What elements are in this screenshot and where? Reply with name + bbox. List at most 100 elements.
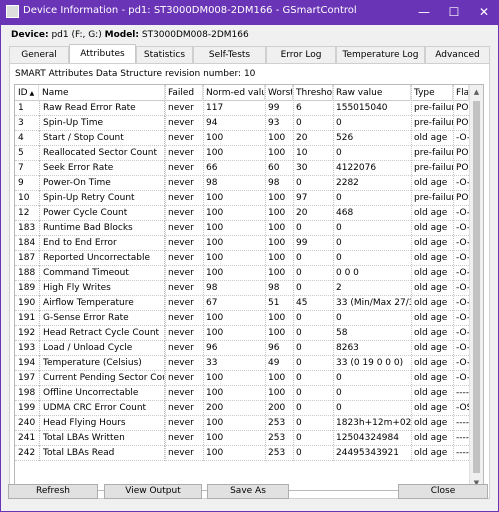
cell-type: old age <box>414 298 448 308</box>
column-separator <box>293 85 294 461</box>
column-header-flags[interactable]: Flags <box>453 85 469 101</box>
column-header-failed[interactable]: Failed <box>165 85 203 101</box>
close-button[interactable]: Close <box>398 484 488 499</box>
cell-normed-value: 100 <box>206 148 224 158</box>
cell-raw-value: 4122076 <box>336 163 377 173</box>
tab-advanced[interactable]: Advanced <box>425 46 490 63</box>
table-row[interactable]: 191 G-Sense Error Rate never 100 100 0 0 old ag… <box>15 311 473 326</box>
table-row[interactable]: 242 Total LBAs Read never 100 253 0 2449534392… <box>15 446 473 461</box>
column-header-type[interactable]: Type <box>411 85 453 101</box>
column-header-threshold[interactable]: Threshold <box>293 85 333 101</box>
table-row[interactable]: 240 Head Flying Hours never 100 253 0 1823h+12… <box>15 416 473 431</box>
table-row[interactable]: 241 Total LBAs Written never 100 253 0 1250432… <box>15 431 473 446</box>
table-row[interactable]: 4 Start / Stop Count never 100 100 20 526 old a… <box>15 131 473 146</box>
cell-raw-value: 12504324984 <box>336 433 399 443</box>
cell-failed: never <box>168 148 194 158</box>
column-header-worst[interactable]: Worst <box>265 85 293 101</box>
table-row[interactable]: 9Power-On Timenever989802282old age-O--C… <box>15 176 473 191</box>
table-row[interactable]: 183 Runtime Bad Blocks never 100 100 0 0 old ag… <box>15 221 473 236</box>
column-header-normed-value[interactable]: Norm-ed value <box>203 85 265 101</box>
vertical-scrollbar[interactable]: ▲ ▼ <box>469 85 483 490</box>
cell-type: old age <box>414 223 448 233</box>
column-header-raw-value[interactable]: Raw value <box>333 85 411 101</box>
cell-normed-value: 98 <box>206 178 218 188</box>
column-header-id[interactable]: ID ▲ <box>15 85 39 101</box>
cell-name: Start / Stop Count <box>39 131 165 146</box>
cell-raw-value: 33 (Min/Max 27/34) <box>336 298 411 308</box>
cell-raw-value: 2282 <box>336 178 359 188</box>
table-row[interactable]: 5 Reallocated Sector Count never 100 100 10 0 p… <box>15 146 473 161</box>
revision-text: SMART Attributes Data Structure revision… <box>15 69 256 79</box>
table-row[interactable]: 7 Seek Error Rate never 66 60 30 4122076 pre-fa… <box>15 161 473 176</box>
column-separator <box>203 85 204 461</box>
cell-normed-value: 100 <box>206 208 224 218</box>
table-row[interactable]: 192 Head Retract Cycle Count never 100 100 0 5… <box>15 326 473 341</box>
cell-worst: 100 <box>268 208 286 218</box>
cell-id: 194 <box>18 358 36 368</box>
table-row[interactable]: 187 Reported Uncorrectable never 100 100 0 0 ol… <box>15 251 473 266</box>
scroll-up-icon[interactable]: ▲ <box>470 85 483 99</box>
close-window-button[interactable]: ✕ <box>469 0 499 24</box>
cell-threshold: 10 <box>296 148 308 158</box>
cell-raw-value: 2 <box>336 283 342 293</box>
cell-name: Runtime Bad Blocks <box>39 221 165 236</box>
table-row[interactable]: 12 Power Cycle Count never 100 100 20 468 old a… <box>15 206 473 221</box>
tab-temperature-log[interactable]: Temperature Log <box>336 46 425 63</box>
table-row[interactable]: 3Spin-Up Timenever949300pre-failurePO---… <box>15 116 473 131</box>
cell-type: old age <box>414 388 448 398</box>
cell-raw-value: 0 <box>336 148 342 158</box>
table-row[interactable]: 188 Command Timeout never 100 100 0 0 0 0 old a… <box>15 266 473 281</box>
table-row[interactable]: 193 Load / Unload Cycle never 96 96 0 8263 old … <box>15 341 473 356</box>
table-row[interactable]: 198 Offline Uncorrectable never 100 100 0 0 old… <box>15 386 473 401</box>
cell-name: High Fly Writes <box>39 281 165 296</box>
column-header-name[interactable]: Name <box>39 85 165 101</box>
cell-threshold: 0 <box>296 388 302 398</box>
tab-general[interactable]: General <box>9 46 69 63</box>
attributes-panel: SMART Attributes Data Structure revision… <box>9 63 490 499</box>
cell-failed: never <box>168 433 194 443</box>
column-separator <box>333 85 334 461</box>
table-row[interactable]: 199 UDMA CRC Error Count never 200 200 0 0 old … <box>15 401 473 416</box>
tab-self-tests[interactable]: Self-Tests <box>193 46 266 63</box>
save-as-button[interactable]: Save As <box>207 484 289 499</box>
cell-id: 3 <box>18 118 24 128</box>
cell-threshold: 0 <box>296 223 302 233</box>
cell-normed-value: 100 <box>206 388 224 398</box>
minimize-button[interactable]: — <box>409 0 439 24</box>
column-separator <box>453 85 454 461</box>
cell-worst: 100 <box>268 193 286 203</box>
cell-worst: 253 <box>268 433 286 443</box>
cell-threshold: 97 <box>296 193 308 203</box>
cell-name: Reported Uncorrectable <box>39 251 165 266</box>
view-output-button[interactable]: View Output <box>104 484 202 499</box>
gsmartcontrol-icon <box>6 5 19 18</box>
table-row[interactable]: 184 End to End Error never 100 100 99 0 old age… <box>15 236 473 251</box>
cell-threshold: 0 <box>296 313 302 323</box>
cell-worst: 100 <box>268 388 286 398</box>
cell-name: Total LBAs Written <box>39 431 165 446</box>
tab-statistics[interactable]: Statistics <box>136 46 193 63</box>
maximize-button[interactable]: ☐ <box>439 0 469 24</box>
cell-name: Load / Unload Cycle <box>39 341 165 356</box>
refresh-button[interactable]: Refresh <box>8 484 98 499</box>
cell-raw-value: 0 <box>336 193 342 203</box>
table-row[interactable]: 1 Raw Read Error Rate never 117 99 6 155015040… <box>15 101 473 116</box>
table-row[interactable]: 189High Fly Writesnever989802old age-O-R… <box>15 281 473 296</box>
tab-error-log[interactable]: Error Log <box>266 46 336 63</box>
scrollbar-thumb[interactable] <box>473 101 480 473</box>
cell-raw-value: 0 0 0 <box>336 268 359 278</box>
cell-id: 183 <box>18 223 36 233</box>
cell-type: pre-failure <box>414 103 453 113</box>
table-row[interactable]: 190 Airflow Temperature never 67 51 45 33 (Min… <box>15 296 473 311</box>
cell-type: pre-failure <box>414 193 453 203</box>
table-row[interactable]: 10 Spin-Up Retry Count never 100 100 97 0 pre-f… <box>15 191 473 206</box>
tab-attributes[interactable]: Attributes <box>69 44 136 63</box>
cell-raw-value: 24495343921 <box>336 448 399 458</box>
table-row[interactable]: 194 Temperature (Celsius) never 33 49 0 33 (0 … <box>15 356 473 371</box>
table-row[interactable]: 197 Current Pending Sector Count never 100 1… <box>15 371 473 386</box>
cell-worst: 253 <box>268 448 286 458</box>
cell-id: 10 <box>18 193 30 203</box>
cell-raw-value: 0 <box>336 388 342 398</box>
cell-threshold: 0 <box>296 268 302 278</box>
cell-failed: never <box>168 253 194 263</box>
